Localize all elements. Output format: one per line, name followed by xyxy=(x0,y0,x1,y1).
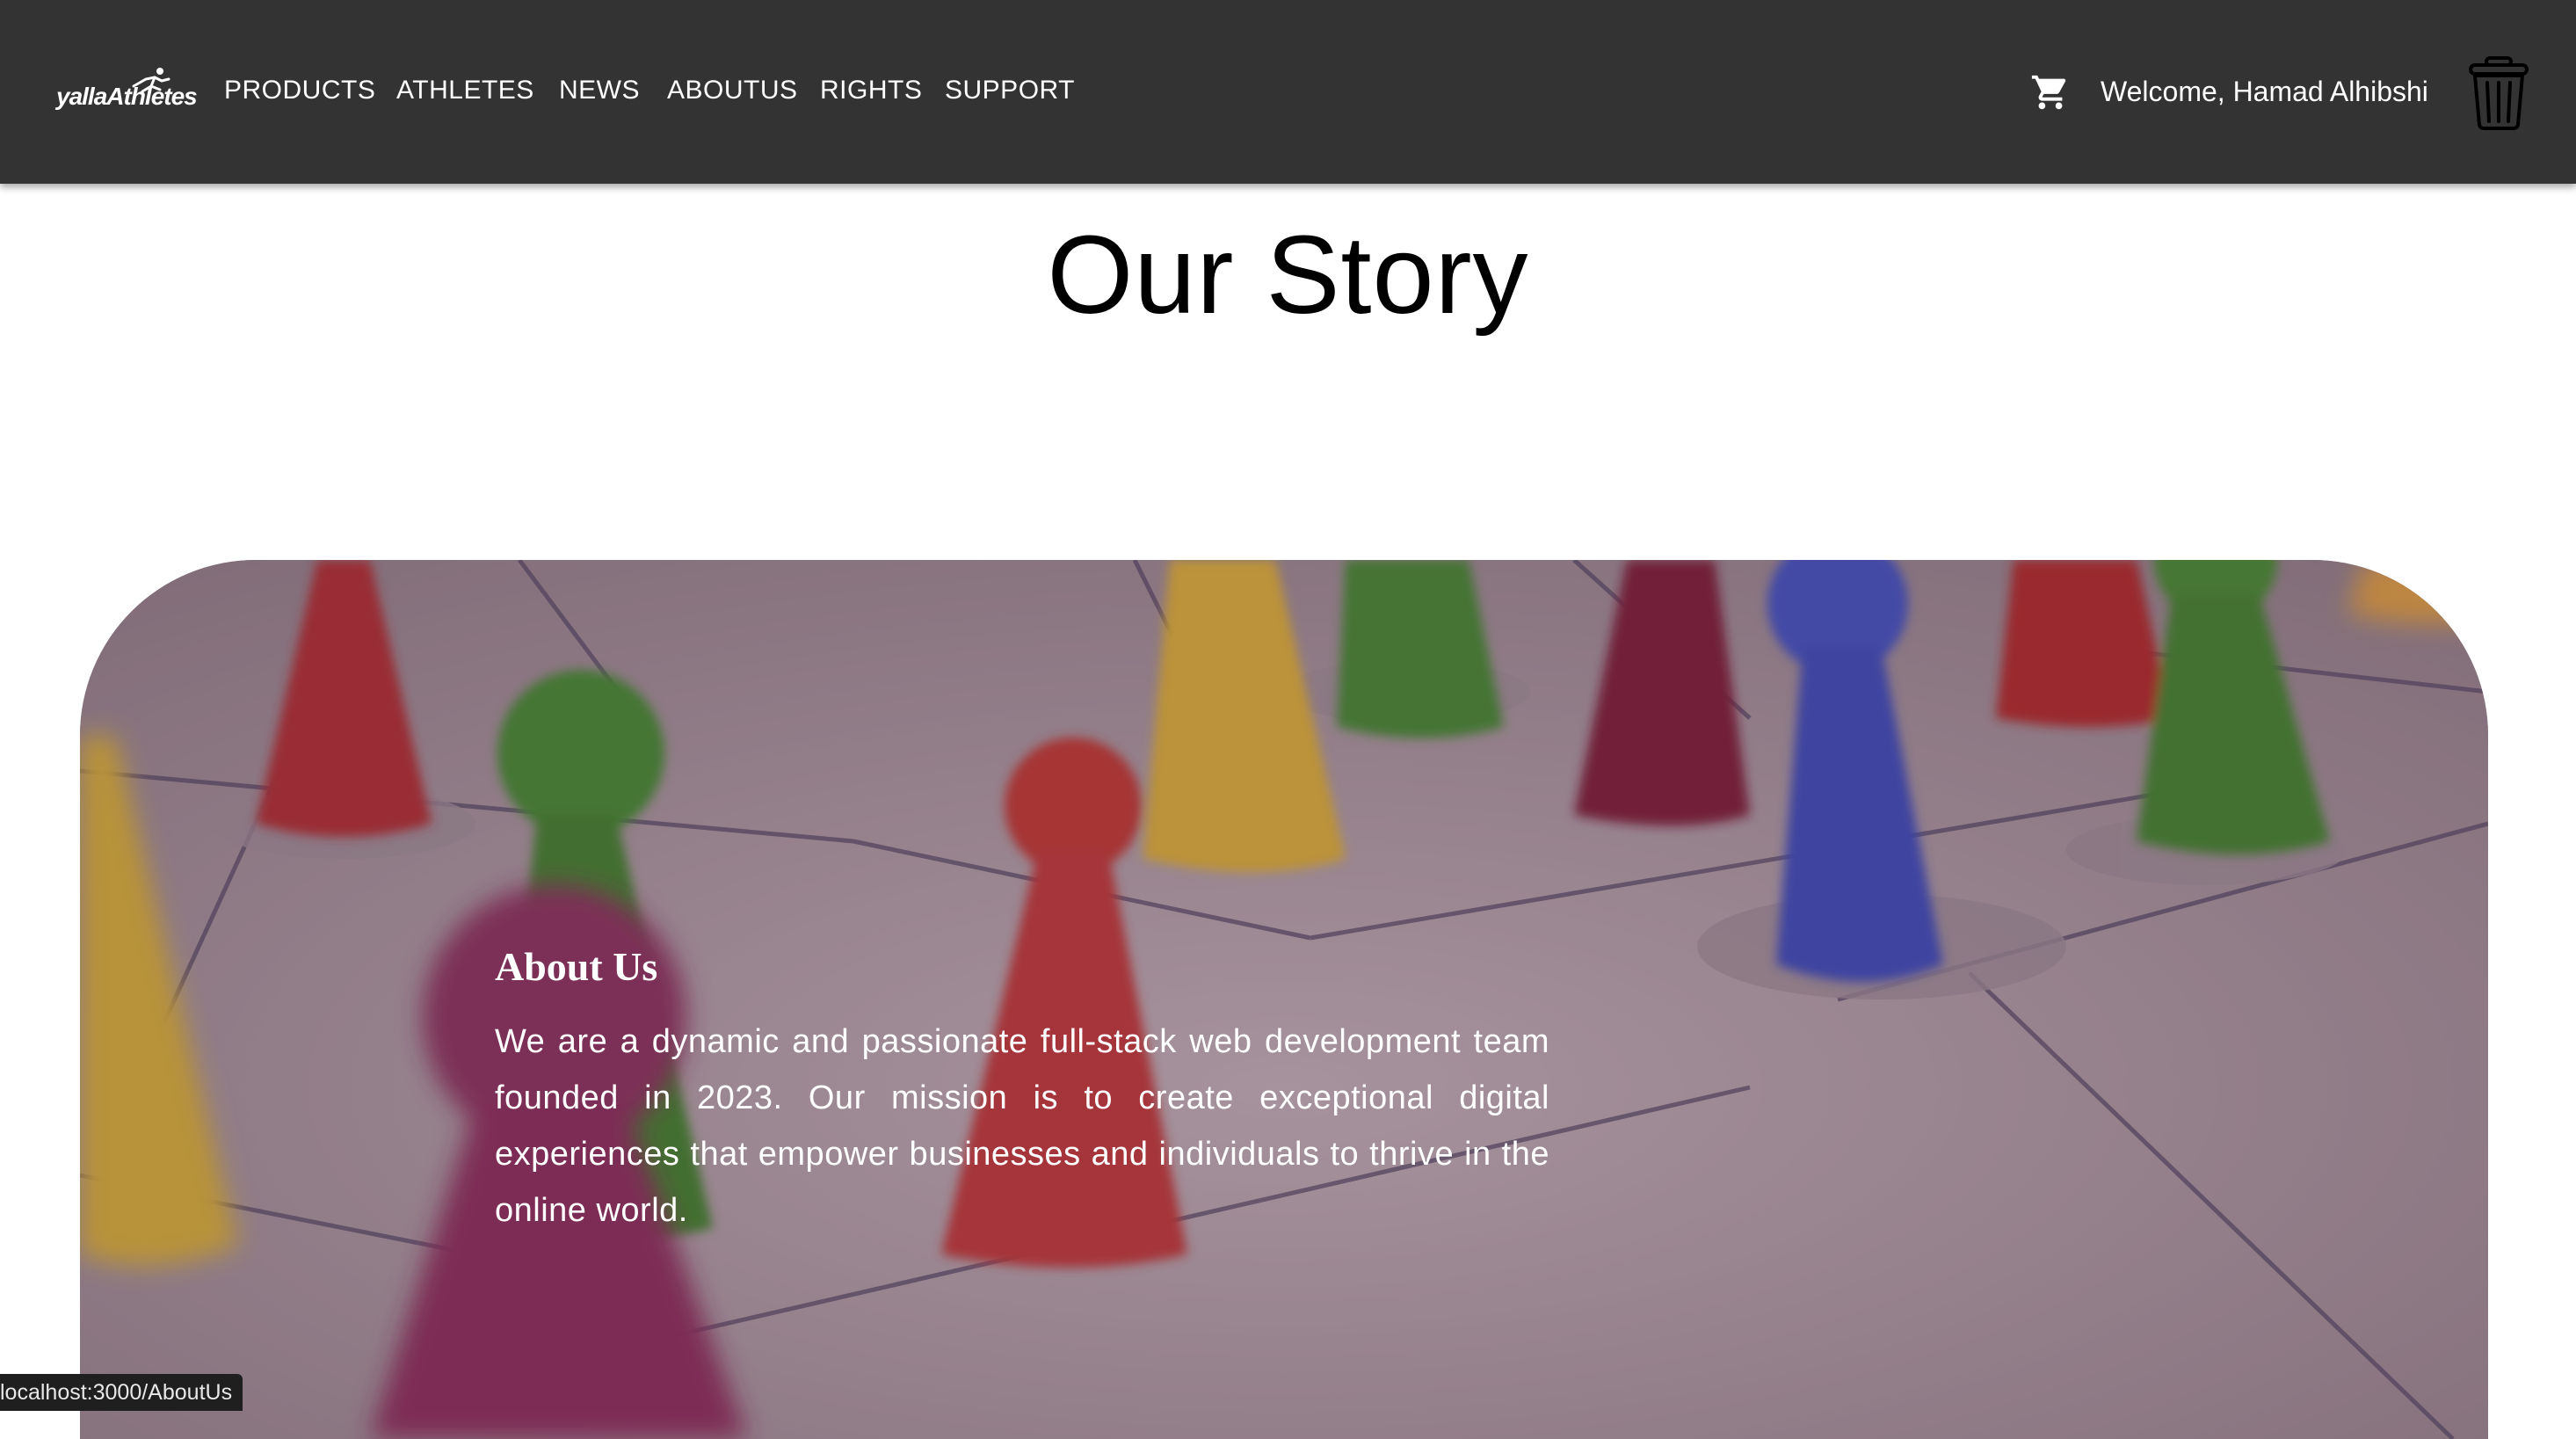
welcome-message: Welcome, Hamad Alhibshi xyxy=(2101,76,2428,107)
nav-aboutus[interactable]: ABOUTUS xyxy=(667,76,798,105)
nav-news[interactable]: NEWS xyxy=(559,76,640,105)
nav-athletes[interactable]: ATHLETES xyxy=(396,76,534,105)
nav-rights[interactable]: RIGHTS xyxy=(820,76,922,105)
about-description: We are a dynamic and passionate full-sta… xyxy=(495,1023,1549,1229)
page-title: Our Story xyxy=(1047,213,1529,337)
cart-icon[interactable] xyxy=(2030,72,2071,113)
about-heading: About Us xyxy=(495,944,658,989)
link-preview-url: localhost:3000/AboutUs xyxy=(0,1374,243,1411)
nav-products[interactable]: PRODUCTS xyxy=(224,76,375,105)
brand-logo[interactable]: yallaAthletes xyxy=(56,67,198,116)
nav-support[interactable]: SUPPORT xyxy=(945,76,1075,105)
about-hero-image xyxy=(80,560,2488,1439)
top-navbar: yallaAthletes PRODUCTS ATHLETES NEWS ABO… xyxy=(0,0,2576,184)
brand-logo-text: yallaAthletes xyxy=(56,83,198,110)
image-overlay xyxy=(80,560,2488,1439)
trash-icon[interactable] xyxy=(2465,55,2532,130)
